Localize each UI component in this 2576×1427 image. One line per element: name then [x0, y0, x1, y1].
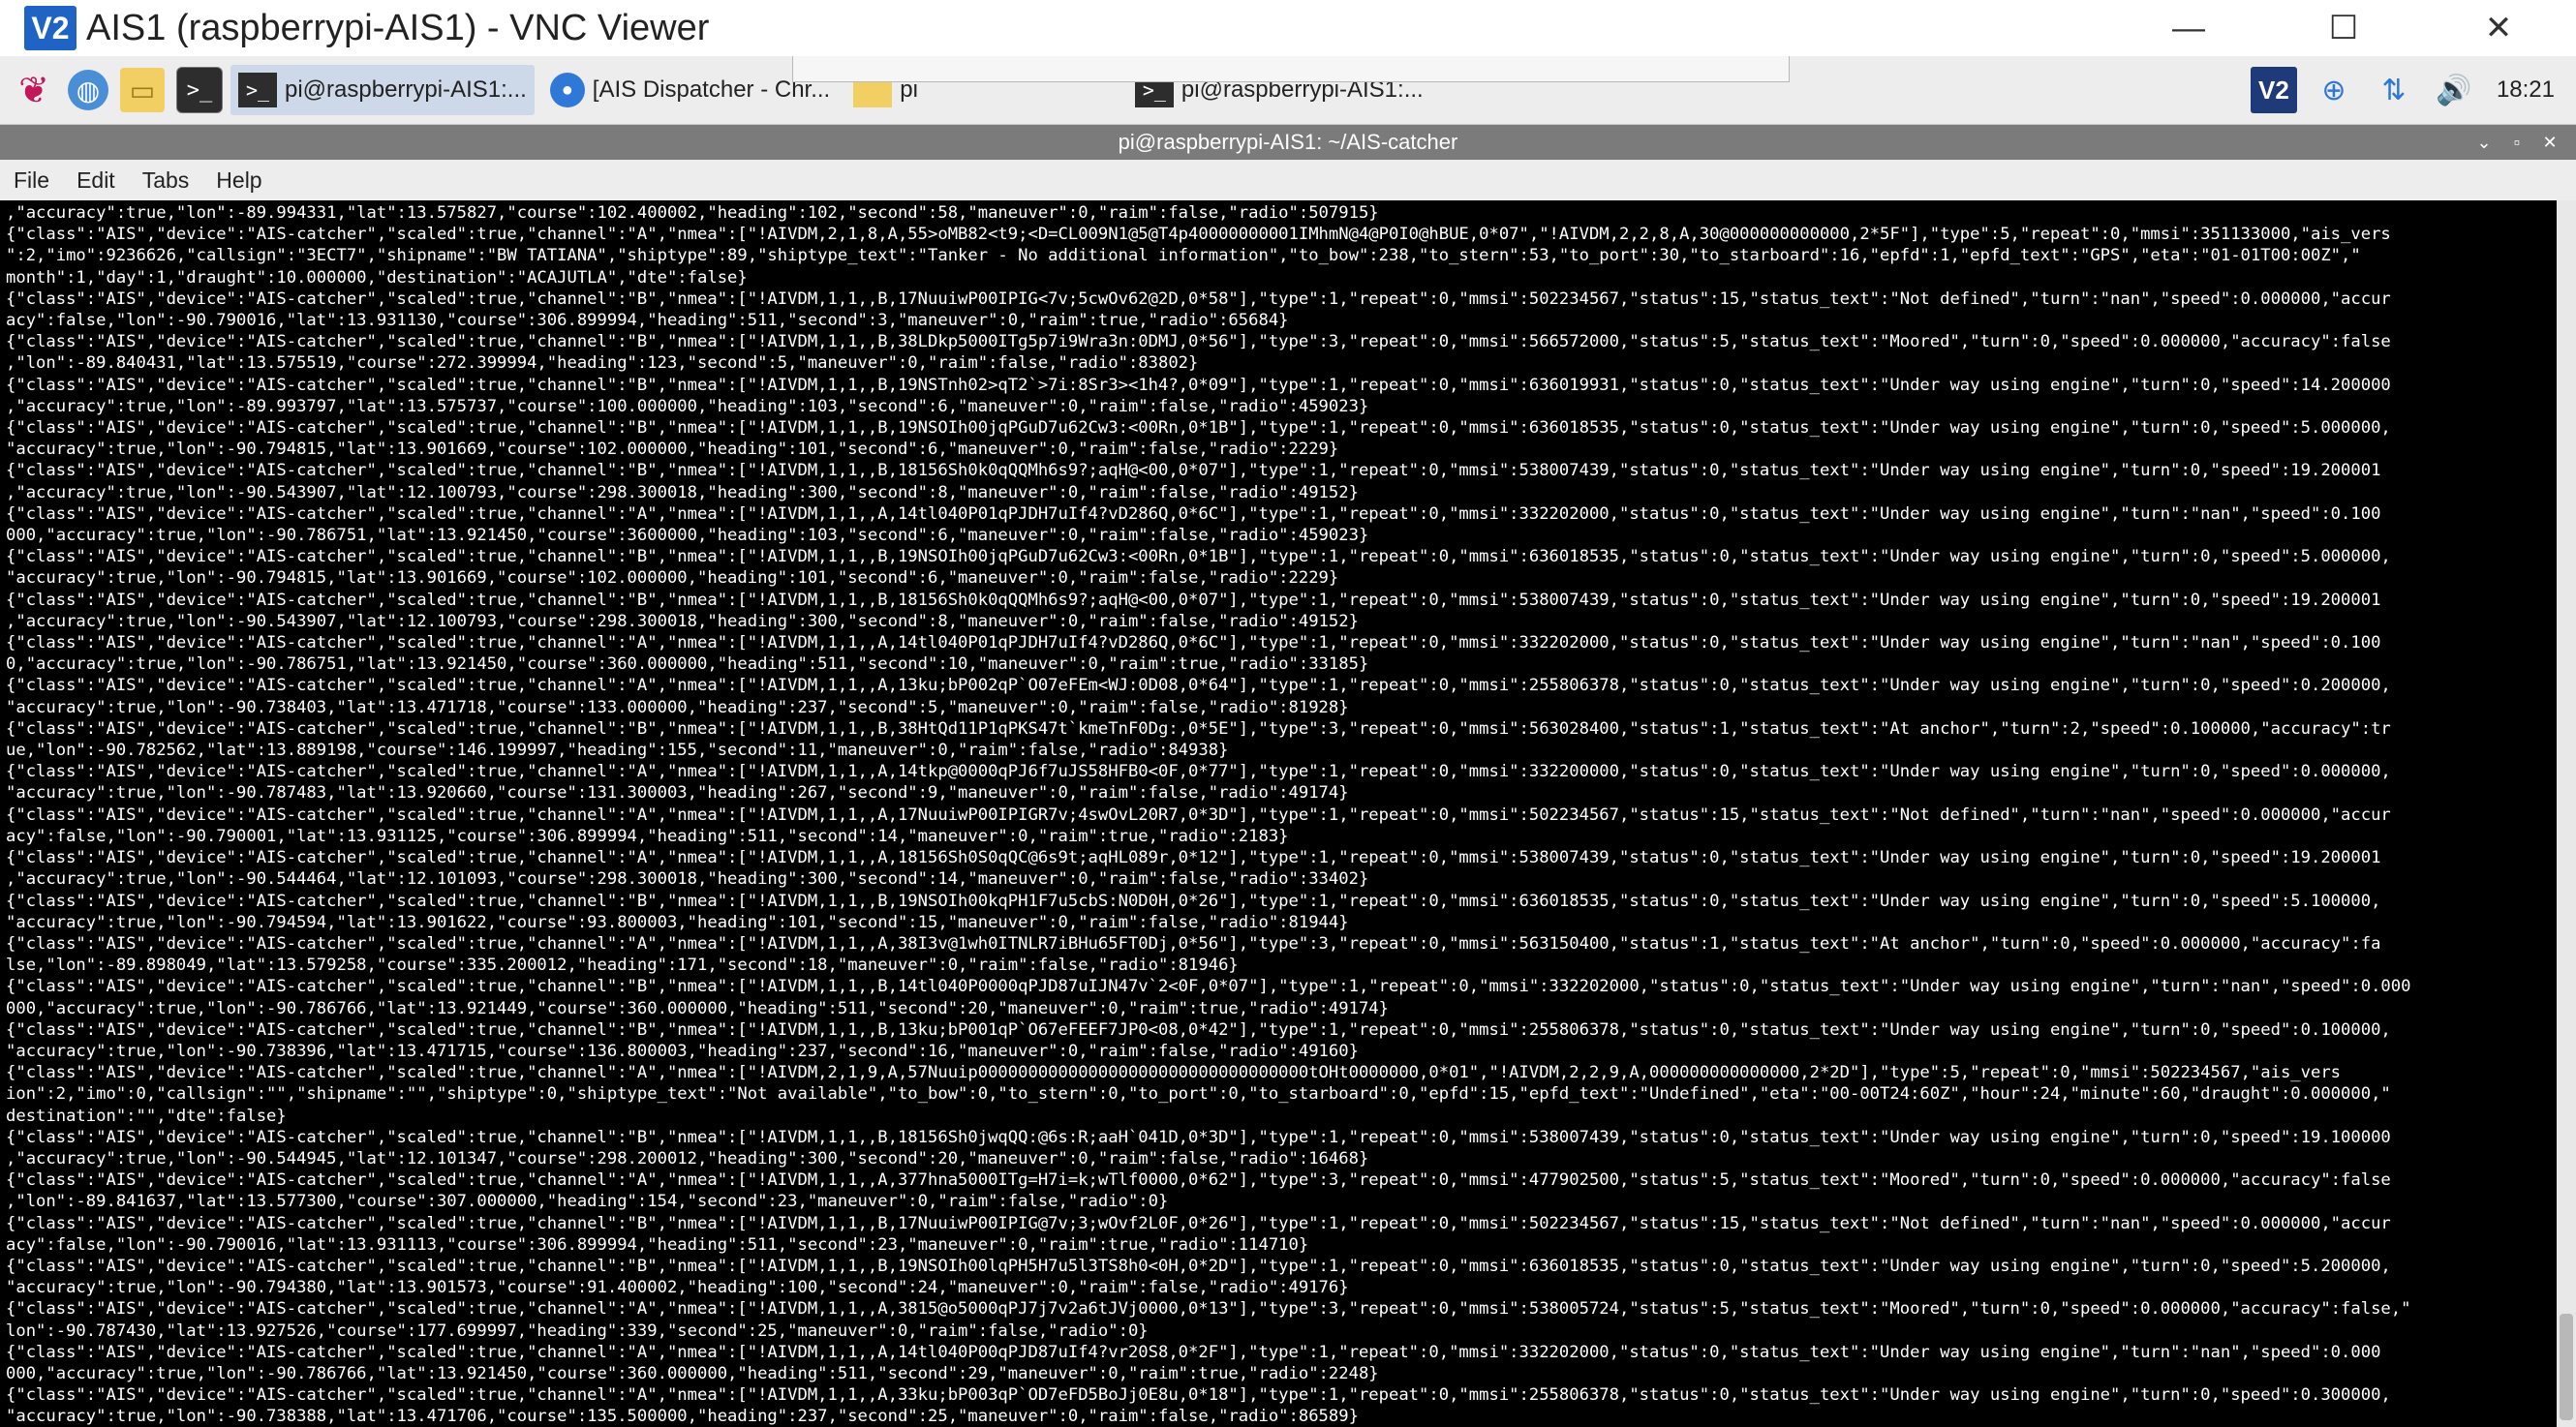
terminal-line: {"class":"AIS","device":"AIS-catcher","s…: [6, 1127, 2391, 1147]
file-manager-icon[interactable]: ▭: [120, 68, 165, 112]
terminal-line: {"class":"AIS","device":"AIS-catcher","s…: [6, 1170, 2391, 1191]
network-transfer-icon[interactable]: ⇅: [2371, 67, 2417, 113]
terminal-line: {"class":"AIS","device":"AIS-catcher","s…: [6, 805, 2391, 825]
terminal-line: {"class":"AIS","device":"AIS-catcher","s…: [6, 718, 2391, 739]
terminal-line: "accuracy":true,"lon":-90.738388,"lat":1…: [6, 1407, 1359, 1427]
terminal-line: {"class":"AIS","device":"AIS-catcher","s…: [6, 1019, 2391, 1040]
vnc-title-bar: V2 AIS1 (raspberrypi-AIS1) - VNC Viewer …: [0, 0, 2576, 56]
system-tray: V2 ⊕ ⇅ 🔊 18:21: [2250, 56, 2576, 124]
terminal-line: 0,"accuracy":true,"lon":-90.786751,"lat"…: [6, 654, 1369, 675]
terminal-line: {"class":"AIS","device":"AIS-catcher","s…: [6, 762, 2391, 782]
terminal-line: lse,"lon":-89.898049,"lat":13.579258,"co…: [6, 956, 1239, 976]
terminal-line: {"class":"AIS","device":"AIS-catcher","s…: [6, 547, 2391, 567]
terminal-output[interactable]: ,"accuracy":true,"lon":-89.994331,"lat":…: [0, 200, 2557, 1427]
terminal-line: "accuracy":true,"lon":-90.787483,"lat":1…: [6, 783, 1349, 804]
terminal-line: destination":"","dte":false}: [6, 1106, 287, 1126]
menu-file[interactable]: File: [14, 167, 49, 194]
scrollbar-thumb[interactable]: [2560, 1314, 2573, 1420]
window-title: AIS1 (raspberrypi-AIS1) - VNC Viewer: [86, 7, 710, 48]
terminal-line: acy":false,"lon":-90.790016,"lat":13.931…: [6, 311, 1289, 331]
chrome-icon: ●: [549, 73, 585, 107]
terminal-line: acy":false,"lon":-90.790001,"lat":13.931…: [6, 826, 1289, 846]
terminal-line: ion":2,"imo":0,"callsign":"","shipname":…: [6, 1084, 2391, 1105]
terminal-line: {"class":"AIS","device":"AIS-catcher","s…: [6, 1256, 2391, 1276]
minimize-button[interactable]: —: [2111, 0, 2266, 56]
terminal-line: {"class":"AIS","device":"AIS-catcher","s…: [6, 633, 2381, 653]
maximize-icon[interactable]: ▫: [2500, 133, 2533, 153]
chevron-down-icon[interactable]: ⌄: [2468, 133, 2500, 153]
terminal-title: pi@raspberrypi-AIS1: ~/AIS-catcher: [1118, 130, 1458, 154]
terminal-line: 000,"accuracy":true,"lon":-90.786766,"la…: [6, 1363, 1379, 1383]
terminal-line: {"class":"AIS","device":"AIS-catcher","s…: [6, 590, 2381, 610]
terminal-line: {"class":"AIS","device":"AIS-catcher","s…: [6, 503, 2381, 524]
task-label: pi@raspberrypi-AIS1:...: [285, 76, 527, 103]
terminal-line: {"class":"AIS","device":"AIS-catcher","s…: [6, 375, 2391, 395]
terminal-line: "accuracy":true,"lon":-90.794815,"lat":1…: [6, 568, 1339, 589]
terminal-line: {"class":"AIS","device":"AIS-catcher","s…: [6, 332, 2391, 352]
web-browser-icon[interactable]: ◍: [68, 70, 108, 110]
terminal-line: {"class":"AIS","device":"AIS-catcher","s…: [6, 676, 2391, 696]
menu-help[interactable]: Help: [216, 167, 261, 194]
close-icon[interactable]: ✕: [2533, 133, 2566, 153]
terminal-line: {"class":"AIS","device":"AIS-catcher","s…: [6, 848, 2381, 868]
terminal-line: "accuracy":true,"lon":-90.794380,"lat":1…: [6, 1278, 1349, 1298]
terminal-title-bar: pi@raspberrypi-AIS1: ~/AIS-catcher ⌄ ▫ ✕: [0, 125, 2576, 160]
terminal-line: {"class":"AIS","device":"AIS-catcher","s…: [6, 1063, 2342, 1083]
terminal-line: ue,"lon":-90.782562,"lat":13.889198,"cou…: [6, 741, 1229, 761]
terminal-line: "accuracy":true,"lon":-90.738396,"lat":1…: [6, 1041, 1359, 1061]
terminal-line: "accuracy":true,"lon":-90.794594,"lat":1…: [6, 912, 1349, 932]
vnc-viewer-logo-icon: V2: [24, 6, 77, 50]
terminal-text: ,"accuracy":true,"lon":-89.994331,"lat":…: [0, 200, 2557, 1427]
menu-tabs[interactable]: Tabs: [142, 167, 190, 194]
terminal-menu-bar: File Edit Tabs Help: [0, 160, 2576, 200]
terminal-line: acy":false,"lon":-90.790016,"lat":13.931…: [6, 1234, 1309, 1255]
raspberry-pi-taskbar: ❦ ◍ ▭ >_ >_ pi@raspberrypi-AIS1:... ● [A…: [0, 56, 2576, 125]
terminal-line: {"class":"AIS","device":"AIS-catcher","s…: [6, 933, 2381, 954]
terminal-line: {"class":"AIS","device":"AIS-catcher","s…: [6, 225, 2391, 245]
terminal-line: {"class":"AIS","device":"AIS-catcher","s…: [6, 418, 2391, 439]
volume-icon[interactable]: 🔊: [2431, 67, 2477, 113]
terminal-line: month":1,"day":1,"draught":10.000000,"de…: [6, 267, 748, 288]
terminal-line: {"class":"AIS","device":"AIS-catcher","s…: [6, 977, 2411, 997]
terminal-line: {"class":"AIS","device":"AIS-catcher","s…: [6, 288, 2391, 309]
terminal-line: ":2,"imo":9236626,"callsign":"3ECT7","sh…: [6, 246, 2361, 266]
terminal-line: ,"accuracy":true,"lon":-90.543907,"lat":…: [6, 482, 1359, 502]
terminal-line: ,"accuracy":true,"lon":-90.544945,"lat":…: [6, 1148, 1369, 1169]
dropdown-remnant: [792, 56, 1790, 82]
terminal-line: ,"lon":-89.841637,"lat":13.577300,"cours…: [6, 1192, 1169, 1212]
clock[interactable]: 18:21: [2497, 76, 2555, 104]
menu-edit[interactable]: Edit: [77, 167, 115, 194]
terminal-line: {"class":"AIS","device":"AIS-catcher","s…: [6, 1213, 2391, 1233]
taskbar-task-terminal-1[interactable]: >_ pi@raspberrypi-AIS1:...: [230, 65, 535, 115]
terminal-window-controls: ⌄ ▫ ✕: [2468, 125, 2566, 160]
raspberry-menu-icon[interactable]: ❦: [12, 68, 56, 112]
terminal-line: "accuracy":true,"lon":-90.738403,"lat":1…: [6, 697, 1349, 717]
terminal-launcher-icon[interactable]: >_: [176, 67, 223, 113]
terminal-line: ,"accuracy":true,"lon":-89.994331,"lat":…: [6, 203, 1379, 223]
terminal-line: {"class":"AIS","device":"AIS-catcher","s…: [6, 461, 2381, 481]
terminal-icon: >_: [238, 73, 277, 107]
terminal-line: {"class":"AIS","device":"AIS-catcher","s…: [6, 1299, 2411, 1320]
download-updates-icon[interactable]: ⊕: [2311, 67, 2357, 113]
close-button[interactable]: ✕: [2421, 0, 2576, 56]
terminal-line: {"class":"AIS","device":"AIS-catcher","s…: [6, 1385, 2391, 1406]
terminal-line: ,"accuracy":true,"lon":-90.543907,"lat":…: [6, 611, 1359, 631]
terminal-line: ,"accuracy":true,"lon":-90.544464,"lat":…: [6, 869, 1369, 890]
window-controls: — ☐ ✕: [2111, 0, 2576, 56]
terminal-line: ,"lon":-89.840431,"lat":13.575519,"cours…: [6, 353, 1199, 374]
maximize-button[interactable]: ☐: [2266, 0, 2421, 56]
terminal-line: ,"accuracy":true,"lon":-89.993797,"lat":…: [6, 396, 1369, 416]
terminal-line: {"class":"AIS","device":"AIS-catcher","s…: [6, 1342, 2381, 1362]
terminal-scrollbar[interactable]: [2557, 200, 2576, 1427]
terminal-line: 000,"accuracy":true,"lon":-90.786766,"la…: [6, 998, 1389, 1018]
terminal-line: {"class":"AIS","device":"AIS-catcher","s…: [6, 891, 2381, 911]
vnc-server-tray-icon[interactable]: V2: [2250, 67, 2297, 113]
terminal-line: 000,"accuracy":true,"lon":-90.786751,"la…: [6, 526, 1369, 546]
terminal-line: lon":-90.787430,"lat":13.927526,"course"…: [6, 1321, 1149, 1341]
terminal-line: "accuracy":true,"lon":-90.794815,"lat":1…: [6, 440, 1339, 460]
